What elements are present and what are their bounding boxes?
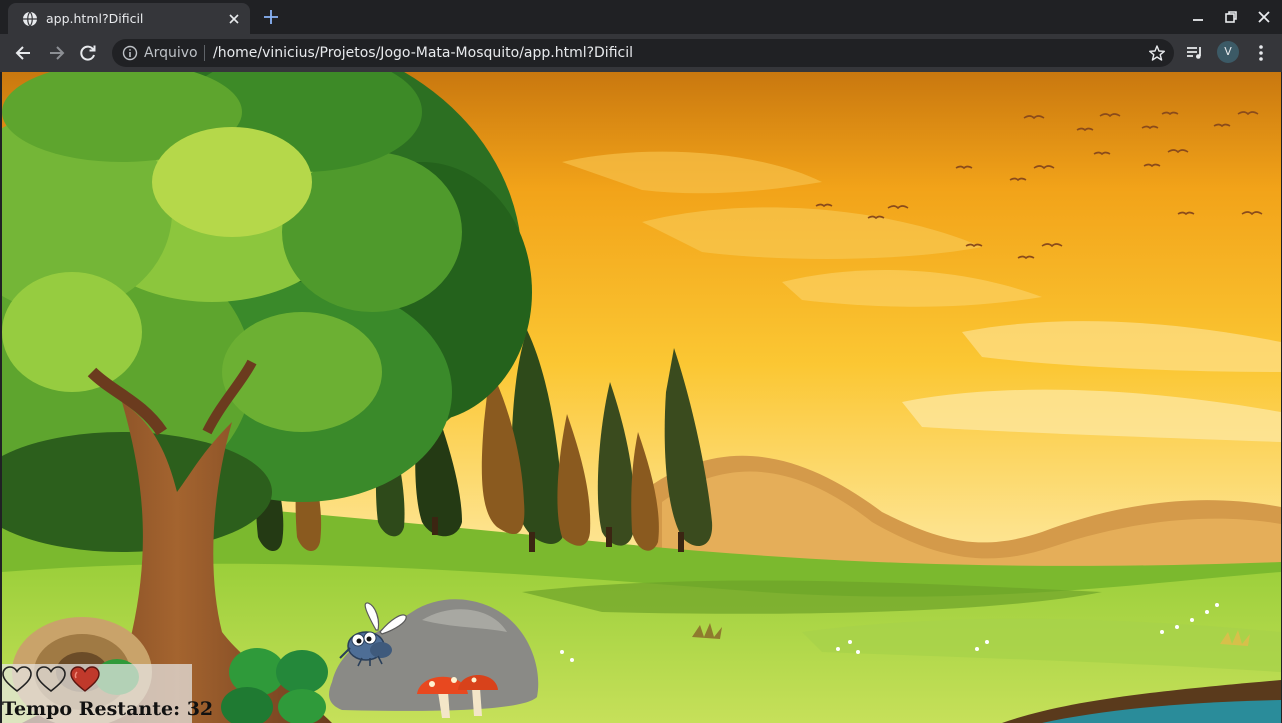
minimize-icon[interactable] [1190,9,1206,25]
game-viewport: Tempo Restante: 32 [2,72,1281,723]
tab-active[interactable]: app.html?Dificil [8,3,250,34]
globe-icon [23,11,37,27]
info-icon[interactable] [122,45,138,61]
mosquito-icon[interactable] [336,602,412,668]
hud-panel: Tempo Restante: 32 [2,664,213,723]
address-bar[interactable]: Arquivo /home/vinicius/Projetos/Jogo-Mat… [112,39,1174,67]
tab-strip: app.html?Dificil [0,0,1282,34]
time-remaining-label: Tempo Restante: [2,698,187,720]
media-queue-icon[interactable] [1185,43,1205,63]
forward-icon[interactable] [46,43,66,63]
menu-dots-icon[interactable] [1251,43,1271,63]
url-text[interactable]: /home/vinicius/Projetos/Jogo-Mata-Mosqui… [213,45,633,61]
tab-title: app.html?Dificil [46,11,144,26]
maximize-icon[interactable] [1223,9,1239,25]
back-icon[interactable] [14,43,34,63]
close-window-icon[interactable] [1256,9,1272,25]
address-separator [204,45,205,61]
file-scheme-label: Arquivo [144,45,198,61]
life-heart-full-icon [70,666,100,692]
browser-toolbar: Arquivo /home/vinicius/Projetos/Jogo-Mat… [0,34,1282,72]
reload-icon[interactable] [78,43,98,63]
close-tab-icon[interactable] [226,11,242,27]
bookmark-star-icon[interactable] [1148,44,1166,62]
life-heart-empty-icon [2,666,32,693]
time-remaining: Tempo Restante: 32 [2,698,213,720]
new-tab-icon[interactable] [262,8,280,26]
forest-background-scene [2,72,1281,723]
profile-avatar[interactable]: V [1217,41,1239,63]
time-remaining-value: 32 [186,698,214,720]
life-heart-empty-icon [36,666,66,693]
